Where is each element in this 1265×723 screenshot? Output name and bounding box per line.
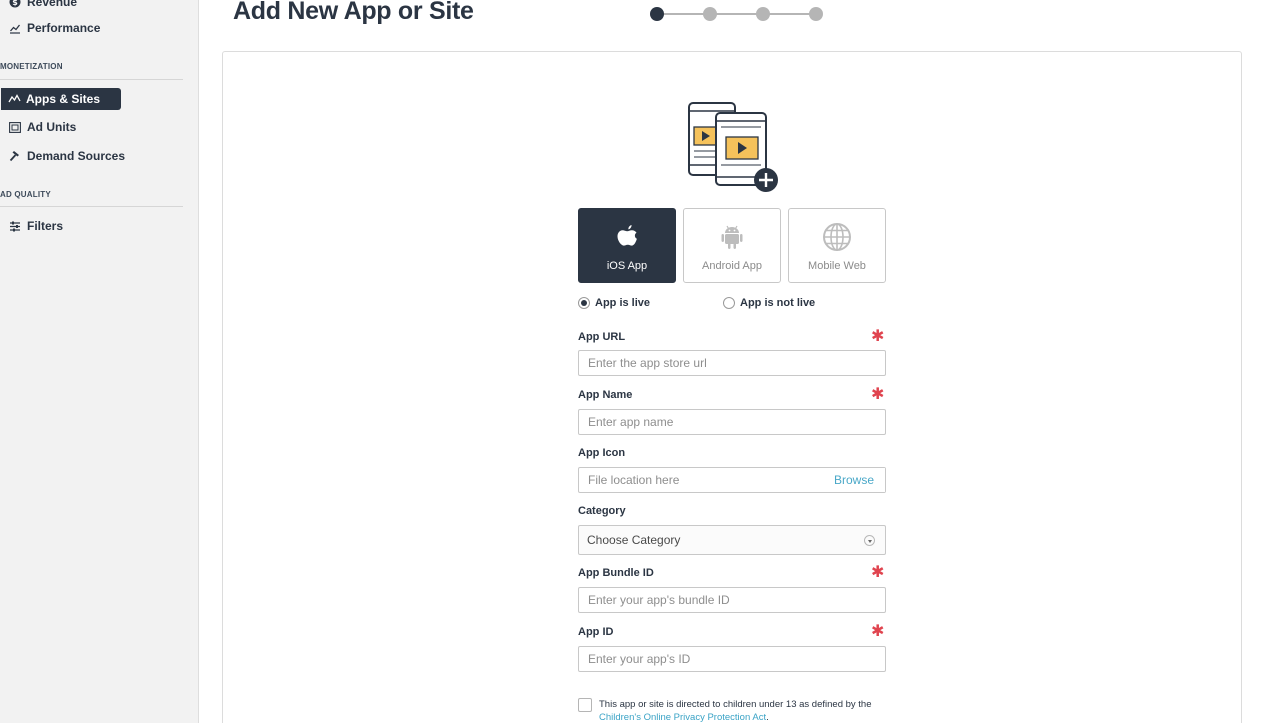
coppa-text: This app or site is directed to children… (599, 698, 889, 723)
sidebar-item-ad-units[interactable]: Ad Units (0, 116, 76, 138)
bundle-id-label: App Bundle ID (578, 567, 654, 579)
platform-tile-ios[interactable]: iOS App (578, 208, 676, 283)
radio-button[interactable] (578, 297, 590, 309)
apple-icon (615, 222, 639, 252)
android-icon (721, 222, 743, 252)
progress-stepper (650, 7, 824, 21)
radio-app-live[interactable]: App is live (578, 297, 650, 309)
stepper-step-2 (703, 7, 717, 21)
radio-button[interactable] (723, 297, 735, 309)
app-url-label: App URL (578, 331, 626, 343)
platform-label: Android App (702, 260, 762, 272)
platform-label: Mobile Web (808, 260, 866, 272)
app-id-input[interactable] (578, 646, 886, 672)
sidebar-item-demand-sources[interactable]: Demand Sources (0, 145, 125, 167)
sidebar-item-label: Revenue (27, 0, 78, 9)
app-id-label: App ID (578, 626, 614, 638)
category-selected-value: Choose Category (587, 533, 681, 547)
trend-chart-icon (8, 21, 22, 35)
stepper-step-3 (756, 7, 770, 21)
stepper-step-1 (650, 7, 664, 21)
section-label-monetization: MONETIZATION (0, 62, 63, 71)
sidebar: $ Revenue Performance MONETIZATION Apps … (0, 0, 199, 723)
coppa-checkbox[interactable] (578, 698, 592, 712)
sidebar-item-apps-sites[interactable]: Apps & Sites (1, 88, 121, 110)
section-divider (0, 206, 183, 207)
stepper-track (656, 13, 816, 15)
app-name-label: App Name (578, 389, 633, 401)
platform-tile-android[interactable]: Android App (683, 208, 781, 283)
app-icon-file-input[interactable] (579, 468, 824, 492)
required-marker: ✱ (871, 386, 885, 403)
section-divider (0, 79, 183, 80)
hammer-icon (8, 149, 22, 163)
coppa-link[interactable]: Children's Online Privacy Protection Act (599, 712, 766, 723)
browse-button[interactable]: Browse (823, 468, 885, 492)
app-icon-file-picker: Browse (578, 467, 886, 493)
dollar-circle-icon: $ (8, 0, 22, 9)
svg-text:$: $ (12, 0, 18, 7)
sidebar-item-performance[interactable]: Performance (0, 17, 100, 39)
app-icon-label: App Icon (578, 447, 626, 459)
sidebar-item-label: Ad Units (27, 120, 77, 134)
chevron-down-icon (864, 535, 875, 546)
sidebar-item-label: Demand Sources (27, 149, 126, 163)
required-marker: ✱ (871, 328, 885, 345)
sidebar-item-filters[interactable]: Filters (0, 215, 63, 237)
globe-icon (822, 222, 852, 252)
radio-label: App is not live (740, 297, 816, 309)
radio-label: App is live (595, 297, 651, 309)
apps-sites-icon (7, 92, 21, 106)
coppa-text-after: . (766, 712, 769, 723)
ad-units-icon (8, 120, 22, 134)
app-url-input[interactable] (578, 350, 886, 376)
coppa-text-before: This app or site is directed to children… (599, 699, 872, 710)
sidebar-item-label: Apps & Sites (26, 92, 101, 106)
stepper-step-4 (809, 7, 823, 21)
platform-tile-mobile-web[interactable]: Mobile Web (788, 208, 886, 283)
category-label: Category (578, 505, 626, 517)
sidebar-item-revenue[interactable]: $ Revenue (0, 0, 77, 13)
sidebar-item-label: Performance (27, 21, 101, 35)
sliders-icon (8, 219, 22, 233)
app-name-input[interactable] (578, 409, 886, 435)
bundle-id-input[interactable] (578, 587, 886, 613)
radio-app-not-live[interactable]: App is not live (723, 297, 815, 309)
add-app-illustration (686, 101, 782, 193)
sidebar-item-label: Filters (27, 219, 64, 233)
category-select[interactable]: Choose Category (578, 525, 886, 555)
required-marker: ✱ (871, 564, 885, 581)
page-title: Add New App or Site (233, 0, 474, 25)
section-label-ad-quality: AD QUALITY (0, 190, 51, 199)
required-marker: ✱ (871, 623, 885, 640)
platform-label: iOS App (606, 260, 648, 272)
